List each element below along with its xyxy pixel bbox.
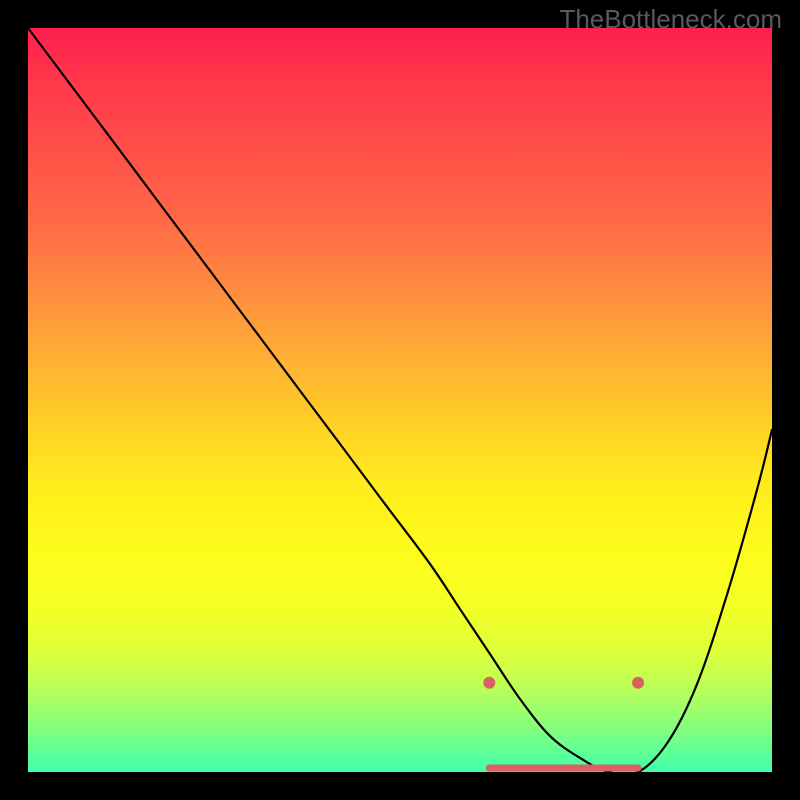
- bottleneck-curve: [28, 28, 772, 775]
- curve-layer: [28, 28, 772, 772]
- plot-area: [28, 28, 772, 772]
- chart-frame: TheBottleneck.com: [0, 0, 800, 800]
- marker-right: [632, 677, 644, 689]
- marker-left: [483, 677, 495, 689]
- watermark-label: TheBottleneck.com: [559, 4, 782, 35]
